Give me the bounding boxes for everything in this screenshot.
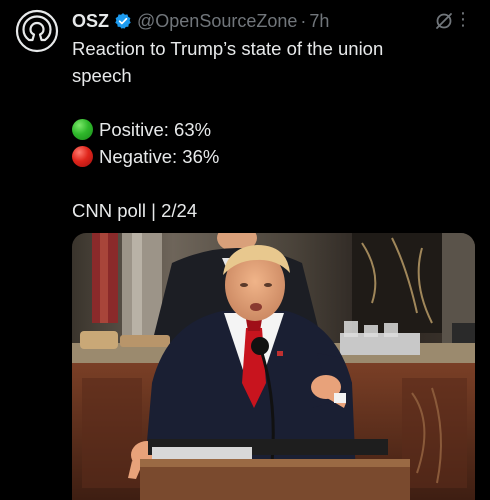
green-circle-icon [72, 119, 93, 140]
positive-label: Positive: 63% [99, 119, 212, 140]
avatar[interactable] [14, 8, 60, 54]
tweet[interactable]: OSZ @OpenSourceZone · 7h ⋮ Reaction to T… [0, 0, 490, 500]
red-circle-icon [72, 146, 93, 167]
open-source-logo-icon [15, 9, 59, 53]
tweet-text-line: Reaction to Trump’s state of the union [72, 38, 384, 59]
timestamp[interactable]: 7h [309, 11, 329, 32]
grok-icon[interactable] [434, 11, 454, 31]
user-handle[interactable]: @OpenSourceZone [137, 11, 297, 32]
display-name[interactable]: OSZ [72, 11, 109, 32]
positive-result: Positive: 63% [72, 116, 472, 143]
negative-label: Negative: 36% [99, 146, 220, 167]
tweet-photo[interactable] [72, 233, 475, 500]
tweet-text: Reaction to Trump’s state of the union s… [72, 35, 472, 224]
tweet-header: OSZ @OpenSourceZone · 7h [72, 9, 470, 33]
source-line: CNN poll | 2/24 [72, 200, 198, 221]
verified-badge-icon [114, 12, 132, 30]
negative-result: Negative: 36% [72, 143, 472, 170]
more-options-icon[interactable]: ⋮ [454, 9, 472, 29]
tweet-text-line: speech [72, 65, 132, 86]
photo-illustration [72, 233, 475, 500]
separator-dot: · [300, 10, 307, 31]
